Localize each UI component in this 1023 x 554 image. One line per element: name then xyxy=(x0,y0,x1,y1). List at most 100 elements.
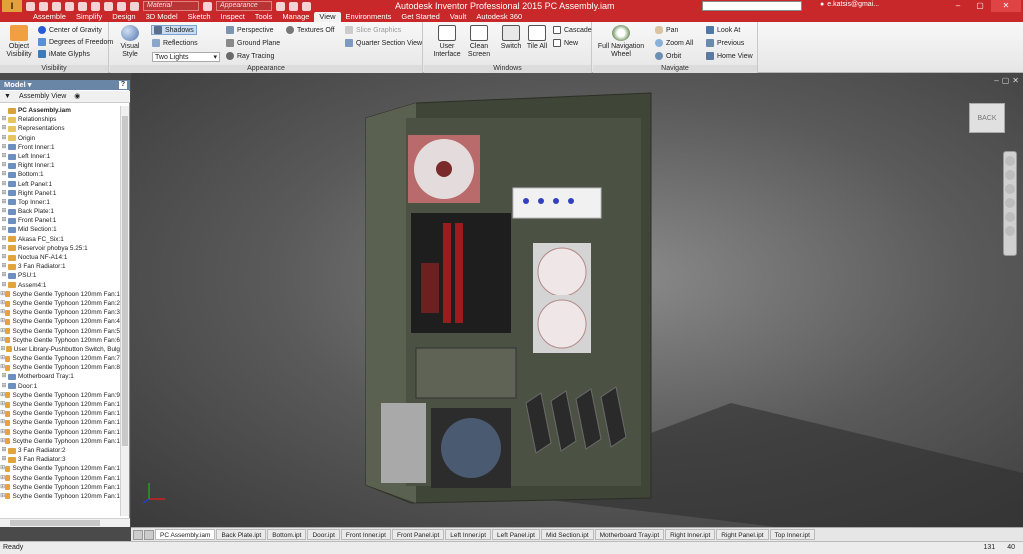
tree-item[interactable]: ⊞ Scythe Gentle Typhoon 120mm Fan:8 xyxy=(0,363,120,372)
switch-button[interactable]: Switch xyxy=(496,25,526,51)
tab-inspect[interactable]: Inspect xyxy=(216,12,250,22)
document-tab[interactable]: Right Panel.ipt xyxy=(716,529,769,540)
pan-icon[interactable] xyxy=(1005,170,1015,180)
expand-icon[interactable]: ⊞ xyxy=(0,372,8,381)
expand-icon[interactable]: ⊞ xyxy=(0,152,8,161)
home-icon[interactable] xyxy=(91,1,100,11)
cascade-button[interactable]: Cascade xyxy=(553,26,592,34)
degrees-of-freedom-button[interactable]: Degrees of Freedom xyxy=(38,38,113,46)
clear-appearance-icon[interactable] xyxy=(276,1,285,11)
tree-item[interactable]: ⊞ Akasa FC_Six:1 xyxy=(0,235,120,244)
minimize-button[interactable]: – xyxy=(947,0,969,12)
tree-item[interactable]: ⊞ Door:1 xyxy=(0,382,120,391)
expand-icon[interactable]: ⊞ xyxy=(0,216,8,225)
tab-sketch[interactable]: Sketch xyxy=(183,12,216,22)
document-tab[interactable]: Left Inner.ipt xyxy=(445,529,492,540)
tree-item[interactable]: ⊞ 3 Fan Radiator:2 xyxy=(0,446,120,455)
tree-item[interactable]: ⊞ Right Panel:1 xyxy=(0,189,120,198)
tree-item[interactable]: ⊞ Bottom:1 xyxy=(0,170,120,179)
expand-icon[interactable]: ⊞ xyxy=(0,225,8,234)
ground-plane-button[interactable]: Ground Plane xyxy=(226,39,280,47)
look-at-icon[interactable] xyxy=(1005,212,1015,222)
tab-autodesk-360[interactable]: Autodesk 360 xyxy=(471,12,527,22)
tree-item[interactable]: ⊞ Scythe Gentle Typhoon 120mm Fan:7 xyxy=(0,354,120,363)
tree-item[interactable]: ⊞ Scythe Gentle Typhoon 120mm Fan:6 xyxy=(0,336,120,345)
tree-item[interactable]: ⊞ Scythe Gentle Typhoon 120mm Fan:1 xyxy=(0,400,120,409)
orbit-icon[interactable] xyxy=(1005,198,1015,208)
expand-icon[interactable]: ⊞ xyxy=(0,161,8,170)
tree-item[interactable]: ⊞ Scythe Gentle Typhoon 120mm Fan:4 xyxy=(0,317,120,326)
tree-item[interactable]: ⊞ Scythe Gentle Typhoon 120mm Fan:1 xyxy=(0,464,120,473)
new-window-button[interactable]: New xyxy=(553,39,578,47)
tree-item[interactable]: ⊞ PSU:1 xyxy=(0,271,120,280)
tree-item[interactable]: ⊞ Scythe Gentle Typhoon 120mm Fan:1 xyxy=(0,437,120,446)
tree-item[interactable]: ⊞ Relationships xyxy=(0,115,120,124)
tree-item[interactable]: ⊞ Front Inner:1 xyxy=(0,143,120,152)
tab-environments[interactable]: Environments xyxy=(341,12,397,22)
tree-item[interactable]: ⊞ Back Plate:1 xyxy=(0,207,120,216)
tab-manage[interactable]: Manage xyxy=(277,12,314,22)
document-tab[interactable]: Left Panel.ipt xyxy=(492,529,540,540)
reflections-button[interactable]: Reflections xyxy=(152,39,198,47)
tree-item[interactable]: ⊞ Scythe Gentle Typhoon 120mm Fan:1 xyxy=(0,290,120,299)
document-tab[interactable]: Front Panel.ipt xyxy=(391,529,445,540)
scroll-thumb[interactable] xyxy=(10,520,100,526)
tree-item[interactable]: ⊞ Scythe Gentle Typhoon 120mm Fan:3 xyxy=(0,308,120,317)
previous-view-button[interactable]: Previous xyxy=(706,39,744,47)
tree-item[interactable]: ⊞ Front Panel:1 xyxy=(0,216,120,225)
tree-item[interactable]: ⊞ User Library-Pushbutton Switch, Bulg xyxy=(0,345,120,354)
user-account[interactable]: ● e.katsis@gmai... xyxy=(820,1,879,8)
document-tab[interactable]: Top Inner.ipt xyxy=(769,529,815,540)
save-icon[interactable] xyxy=(52,1,61,11)
tree-item[interactable]: ⊞ 3 Fan Radiator:3 xyxy=(0,455,120,464)
clean-screen-button[interactable]: Clean Screen xyxy=(464,25,494,59)
viewcube[interactable]: BACK xyxy=(969,103,1005,133)
expand-icon[interactable]: ⊞ xyxy=(0,382,8,391)
close-button[interactable]: ✕ xyxy=(991,0,1021,12)
center-of-gravity-button[interactable]: Center of Gravity xyxy=(38,26,102,34)
expand-icon[interactable]: ⊞ xyxy=(0,253,8,262)
tree-item[interactable]: ⊞ Left Panel:1 xyxy=(0,180,120,189)
select-icon[interactable] xyxy=(117,1,126,11)
assembly-view-dropdown[interactable]: Assembly View xyxy=(19,91,66,102)
view-face-icon[interactable] xyxy=(1005,226,1015,236)
expand-icon[interactable]: ⊞ xyxy=(0,446,8,455)
app-logo[interactable]: I xyxy=(2,0,22,12)
browser-vertical-scrollbar[interactable] xyxy=(120,106,129,516)
orbit-button[interactable]: Orbit xyxy=(655,52,681,60)
redo-icon[interactable] xyxy=(78,1,87,11)
color-override-icon[interactable] xyxy=(130,1,139,11)
tab-view[interactable]: View xyxy=(314,12,341,22)
tree-item[interactable]: ⊞ 3 Fan Radiator:1 xyxy=(0,262,120,271)
tree-item[interactable]: ⊞ Scythe Gentle Typhoon 120mm Fan:1 xyxy=(0,474,120,483)
quarter-section-button[interactable]: Quarter Section View xyxy=(345,39,422,47)
document-tab[interactable]: Mid Section.ipt xyxy=(541,529,594,540)
tree-item[interactable]: ⊞ Scythe Gentle Typhoon 120mm Fan:1 xyxy=(0,409,120,418)
object-visibility-button[interactable]: Object Visibility xyxy=(3,25,35,59)
expand-icon[interactable]: ⊞ xyxy=(0,189,8,198)
expand-icon[interactable]: ⊞ xyxy=(0,281,8,290)
expand-icon[interactable]: ⊞ xyxy=(0,115,8,124)
tree-item[interactable]: ⊞ Scythe Gentle Typhoon 120mm Fan:2 xyxy=(0,299,120,308)
maximize-icon[interactable]: ▢ xyxy=(1002,76,1010,85)
tree-item[interactable]: ⊞ Motherboard Tray:1 xyxy=(0,372,120,381)
new-icon[interactable] xyxy=(26,1,35,11)
imate-glyphs-button[interactable]: iMate Glyphs xyxy=(38,50,90,58)
tab-design[interactable]: Design xyxy=(107,12,140,22)
browser-header[interactable]: Model ▾ ? xyxy=(0,80,130,90)
perspective-button[interactable]: Perspective xyxy=(226,26,274,34)
ray-tracing-button[interactable]: Ray Tracing xyxy=(226,52,274,60)
expand-icon[interactable]: ⊞ xyxy=(0,244,8,253)
expand-icon[interactable]: ⊞ xyxy=(0,271,8,280)
zoom-icon[interactable] xyxy=(1005,184,1015,194)
expand-icon[interactable]: ⊞ xyxy=(0,198,8,207)
appearance-icon[interactable] xyxy=(203,1,212,11)
pan-button[interactable]: Pan xyxy=(655,26,678,34)
zoom-all-button[interactable]: Zoom All xyxy=(655,39,693,47)
tree-item[interactable]: ⊞ Noctua NF-A14:1 xyxy=(0,253,120,262)
list-view-icon[interactable] xyxy=(144,529,154,540)
tile-view-icon[interactable] xyxy=(133,529,143,540)
tree-item[interactable]: ⊞ Scythe Gentle Typhoon 120mm Fan:1 xyxy=(0,483,120,492)
appearance-combo[interactable]: Appearance xyxy=(216,1,272,11)
maximize-button[interactable]: ▢ xyxy=(969,0,991,12)
